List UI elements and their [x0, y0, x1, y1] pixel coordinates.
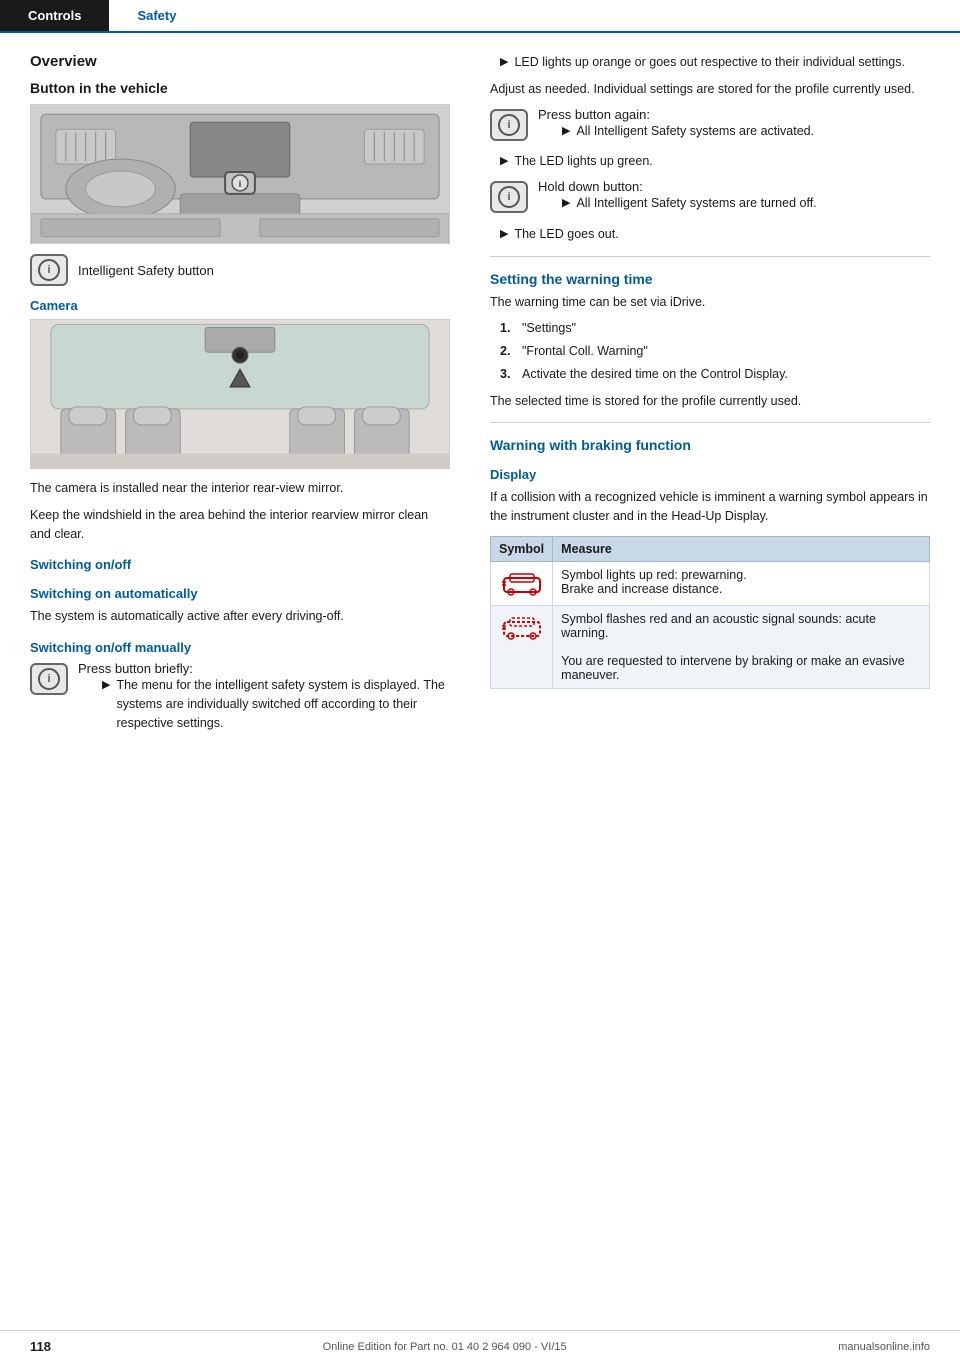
table-symbol-2 [491, 605, 553, 688]
led-out-bullet: ▶ The LED goes out. [490, 225, 930, 244]
table-header-measure: Measure [553, 536, 930, 561]
camera-interior-image [30, 319, 450, 469]
camera-para2: Keep the windshield in the area behind t… [30, 506, 450, 544]
left-column: Overview Button in the vehicle [0, 53, 470, 744]
warning-braking-title: Warning with braking function [490, 437, 930, 453]
press-again-block: i Press button again: ▶ All Intelligent … [490, 107, 930, 145]
settings-text-3: Activate the desired time on the Control… [522, 365, 788, 384]
arrow-icon-out: ▶ [500, 226, 508, 243]
i-icon-4: i [498, 186, 520, 208]
settings-item-2: 2. "Frontal Coll. Warning" [490, 342, 930, 361]
overview-title: Overview [30, 53, 450, 70]
setting-warning-title: Setting the warning time [490, 271, 930, 287]
intelligent-safety-row: i Intelligent Safety button [30, 254, 450, 286]
tab-safety[interactable]: Safety [109, 0, 204, 31]
press-again-bullet-1: ▶ All Intelligent Safety systems are act… [538, 122, 930, 141]
hold-down-bullet-text: All Intelligent Safety systems are turne… [576, 194, 816, 213]
settings-text-1: "Settings" [522, 319, 576, 338]
display-subtitle: Display [490, 467, 930, 482]
press-again-label: Press button again: [538, 107, 650, 122]
arrow-icon-led: ▶ [500, 54, 508, 71]
settings-stored-para: The selected time is stored for the prof… [490, 392, 930, 411]
arrow-icon-green: ▶ [500, 153, 508, 170]
press-button-content: Press button briefly: ▶ The menu for the… [78, 661, 450, 736]
i-icon: i [38, 259, 60, 281]
vehicle-interior-image: i [30, 104, 450, 244]
camera-section-title: Camera [30, 298, 450, 313]
table-header-symbol: Symbol [491, 536, 553, 561]
led-green-text: The LED lights up green. [514, 152, 652, 171]
num-1: 1. [500, 319, 514, 338]
setting-warning-para: The warning time can be set via iDrive. [490, 293, 930, 312]
switching-auto-para: The system is automatically active after… [30, 607, 450, 626]
page-number: 118 [30, 1339, 51, 1354]
intelligent-safety-icon: i [30, 254, 68, 286]
table-measure-1: Symbol lights up red: prewarning. Brake … [553, 561, 930, 605]
press-again-content: Press button again: ▶ All Intelligent Sa… [538, 107, 930, 145]
intelligent-safety-label: Intelligent Safety button [78, 263, 214, 278]
table-measure-2: Symbol flashes red and an acoustic signa… [553, 605, 930, 688]
led-out-text: The LED goes out. [514, 225, 618, 244]
i-icon-3: i [498, 114, 520, 136]
settings-item-1: 1. "Settings" [490, 319, 930, 338]
adjust-para: Adjust as needed. Individual settings ar… [490, 80, 930, 99]
table-row: Symbol lights up red: prewarning. Brake … [491, 561, 930, 605]
settings-text-2: "Frontal Coll. Warning" [522, 342, 648, 361]
divider-2 [490, 422, 930, 423]
switching-auto-title: Switching on automatically [30, 586, 450, 601]
divider-1 [490, 256, 930, 257]
hold-down-icon: i [490, 181, 528, 213]
arrow-icon-2: ▶ [562, 123, 570, 140]
hold-down-label: Hold down button: [538, 179, 643, 194]
num-3: 3. [500, 365, 514, 384]
arrow-icon-1: ▶ [102, 677, 110, 694]
table-row: Symbol flashes red and an acoustic signa… [491, 605, 930, 688]
num-2: 2. [500, 342, 514, 361]
press-again-bullet-text: All Intelligent Safety systems are activ… [576, 122, 814, 141]
svg-text:i: i [239, 179, 241, 189]
footer: 118 Online Edition for Part no. 01 40 2 … [0, 1330, 960, 1362]
press-button-icon: i [30, 663, 68, 695]
press-button-block: i Press button briefly: ▶ The menu for t… [30, 661, 450, 736]
settings-item-3: 3. Activate the desired time on the Cont… [490, 365, 930, 384]
i-icon-2: i [38, 668, 60, 690]
led-bullet-text: LED lights up orange or goes out respect… [514, 53, 905, 72]
header-tabs: Controls Safety [0, 0, 960, 33]
table-symbol-1 [491, 561, 553, 605]
button-section-title: Button in the vehicle [30, 80, 450, 96]
led-bullet: ▶ LED lights up orange or goes out respe… [490, 53, 930, 72]
display-para: If a collision with a recognized vehicle… [490, 488, 930, 526]
footer-text: Online Edition for Part no. 01 40 2 964 … [323, 1341, 567, 1353]
main-content: Overview Button in the vehicle [0, 33, 960, 784]
press-bullet-text-1: The menu for the intelligent safety syst… [116, 676, 450, 732]
hold-down-bullet-1: ▶ All Intelligent Safety systems are tur… [538, 194, 930, 213]
led-green-bullet: ▶ The LED lights up green. [490, 152, 930, 171]
camera-para1: The camera is installed near the interio… [30, 479, 450, 498]
press-again-icon: i [490, 109, 528, 141]
tab-controls[interactable]: Controls [0, 0, 109, 31]
warning-table: Symbol Measure [490, 536, 930, 689]
press-bullet-1: ▶ The menu for the intelligent safety sy… [78, 676, 450, 732]
right-column: ▶ LED lights up orange or goes out respe… [470, 53, 960, 744]
hold-down-content: Hold down button: ▶ All Intelligent Safe… [538, 179, 930, 217]
press-button-label: Press button briefly: [78, 661, 193, 676]
switching-manual-title: Switching on/off manually [30, 640, 450, 655]
hold-down-block: i Hold down button: ▶ All Intelligent Sa… [490, 179, 930, 217]
footer-site: manualsonline.info [838, 1341, 930, 1353]
switching-title: Switching on/off [30, 557, 450, 572]
arrow-icon-3: ▶ [562, 195, 570, 212]
